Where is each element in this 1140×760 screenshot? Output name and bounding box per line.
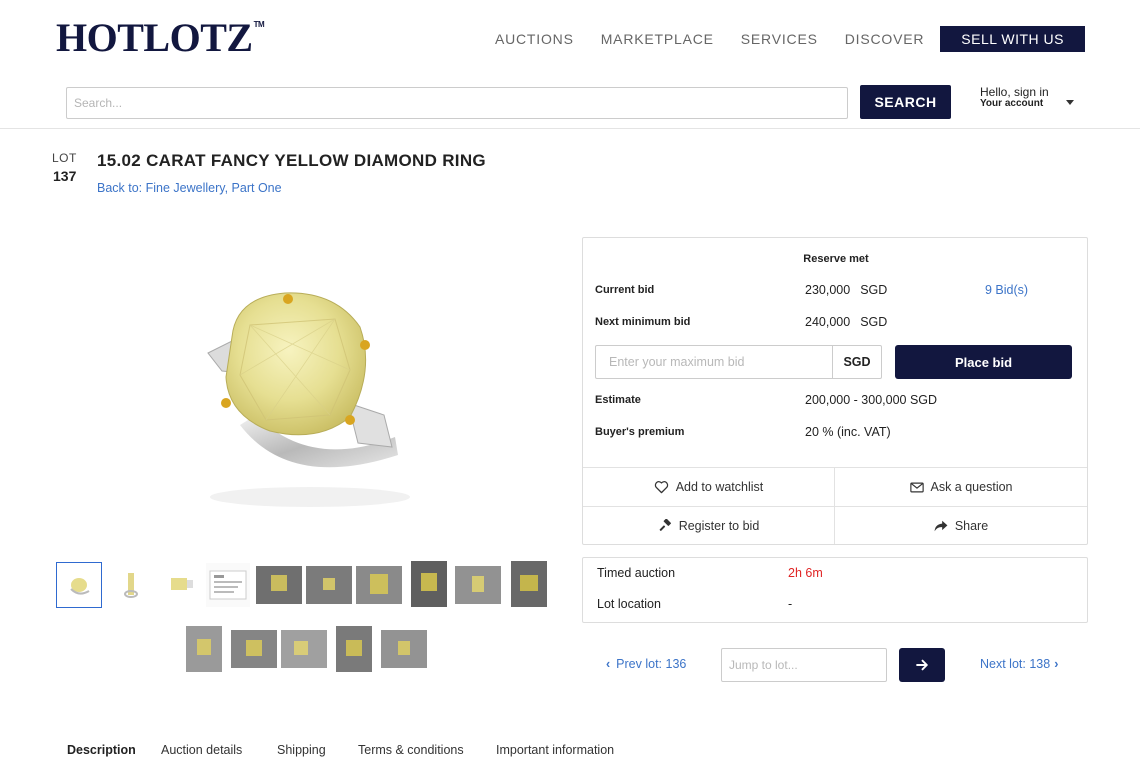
nav-services[interactable]: SERVICES (741, 31, 818, 47)
add-to-watchlist-label: Add to watchlist (675, 480, 764, 494)
current-bid-value: 230,000 SGD (805, 283, 887, 297)
bid-history-link[interactable]: 9 Bid(s) (985, 283, 1028, 297)
thumbnail-11[interactable] (186, 626, 222, 672)
bid-panel: Reserve met Current bid 230,000 SGD 9 Bid… (582, 237, 1088, 545)
share-button[interactable]: Share (835, 507, 1087, 545)
main-lot-image[interactable] (170, 275, 430, 515)
thumbnail-14[interactable] (336, 626, 372, 672)
account-menu[interactable]: Hello, sign in Your account (980, 85, 1049, 109)
thumbnail-7[interactable] (356, 566, 402, 604)
ask-a-question-button[interactable]: Ask a question (835, 468, 1087, 506)
tab-terms-conditions[interactable]: Terms & conditions (358, 743, 464, 757)
tab-description[interactable]: Description (67, 743, 136, 757)
chevron-left-icon: ‹ (606, 657, 611, 671)
lot-number: 137 (53, 168, 77, 184)
prev-lot-link[interactable]: ‹ Prev lot: 136 (606, 657, 686, 671)
thumbnail-8[interactable] (411, 561, 447, 607)
thumbnail-15[interactable] (381, 630, 427, 668)
account-label: Your account (980, 98, 1044, 109)
nav-marketplace[interactable]: MARKETPLACE (601, 31, 714, 47)
next-lot-label: Next lot: 138 (980, 657, 1051, 671)
thumbnail-12[interactable] (231, 630, 277, 668)
arrow-right-icon (915, 659, 928, 671)
thumbnail-2[interactable] (109, 563, 153, 607)
thumbnail-1[interactable] (56, 562, 102, 608)
lot-label: LOT (52, 151, 77, 165)
current-bid-amount: 230,000 (805, 283, 851, 297)
nav-discover[interactable]: DISCOVER (845, 31, 925, 47)
sell-with-us-button[interactable]: SELL WITH US (940, 26, 1085, 52)
current-bid-label: Current bid (595, 284, 655, 296)
auction-countdown: 2h 6m (788, 566, 823, 580)
jump-to-lot-button[interactable] (899, 648, 945, 682)
search-button[interactable]: SEARCH (860, 85, 951, 119)
place-bid-button[interactable]: Place bid (895, 345, 1072, 379)
next-minimum-bid-label: Next minimum bid (595, 316, 691, 328)
thumbnail-13[interactable] (281, 630, 327, 668)
main-nav: AUCTIONS MARKETPLACE SERVICES DISCOVER S… (468, 26, 1085, 52)
next-minimum-bid-currency: SGD (860, 315, 888, 329)
hotlotz-logo[interactable]: HOTLOTZTM (56, 14, 265, 61)
buyers-premium-label: Buyer's premium (595, 426, 685, 438)
thumbnail-3[interactable] (157, 563, 201, 607)
max-bid-input[interactable] (595, 345, 833, 379)
thumbnail-9[interactable] (455, 566, 501, 604)
tab-auction-details[interactable]: Auction details (161, 743, 242, 757)
jump-to-lot-input[interactable] (721, 648, 887, 682)
header-divider (0, 128, 1140, 129)
estimate-label: Estimate (595, 394, 641, 406)
tab-important-information[interactable]: Important information (496, 743, 614, 757)
prev-lot-label: Prev lot: 136 (616, 657, 687, 671)
share-label: Share (954, 519, 989, 533)
nav-auctions[interactable]: AUCTIONS (495, 31, 574, 47)
timed-auction-label: Timed auction (597, 566, 676, 580)
next-minimum-bid-value: 240,000 SGD (805, 315, 887, 329)
next-lot-link[interactable]: Next lot: 138 › (980, 657, 1058, 671)
heart-icon (654, 481, 668, 494)
thumbnail-5[interactable] (256, 566, 302, 604)
next-minimum-bid-amount: 240,000 (805, 315, 851, 329)
diamond-ring-image (207, 292, 410, 507)
lot-location-value: - (788, 597, 793, 611)
estimate-value: 200,000 - 300,000 SGD (805, 393, 938, 407)
back-to-auction-link[interactable]: Back to: Fine Jewellery, Part One (97, 181, 282, 195)
envelope-icon (909, 482, 924, 492)
add-to-watchlist-button[interactable]: Add to watchlist (583, 468, 834, 506)
share-arrow-icon (934, 520, 948, 532)
current-bid-currency: SGD (860, 283, 888, 297)
thumbnail-10[interactable] (511, 561, 547, 607)
currency-addon: SGD (832, 345, 882, 379)
thumbnail-6[interactable] (306, 566, 352, 604)
thumbnail-4[interactable] (206, 563, 250, 607)
lot-location-label: Lot location (597, 597, 661, 611)
buyers-premium-value: 20 % (inc. VAT) (805, 425, 891, 439)
ask-a-question-label: Ask a question (930, 480, 1013, 494)
chevron-right-icon: › (1054, 657, 1059, 671)
tab-shipping[interactable]: Shipping (277, 743, 326, 757)
gavel-icon (659, 519, 671, 531)
account-greeting: Hello, sign in (980, 85, 1049, 99)
auction-info-box: Timed auction 2h 6m Lot location - (582, 557, 1088, 623)
reserve-status: Reserve met (803, 253, 869, 265)
register-to-bid-label: Register to bid (678, 519, 760, 533)
caret-down-icon[interactable] (1066, 100, 1074, 105)
lot-title: 15.02 CARAT FANCY YELLOW DIAMOND RING (97, 151, 486, 170)
register-to-bid-button[interactable]: Register to bid (583, 507, 834, 545)
search-input[interactable] (66, 87, 848, 119)
